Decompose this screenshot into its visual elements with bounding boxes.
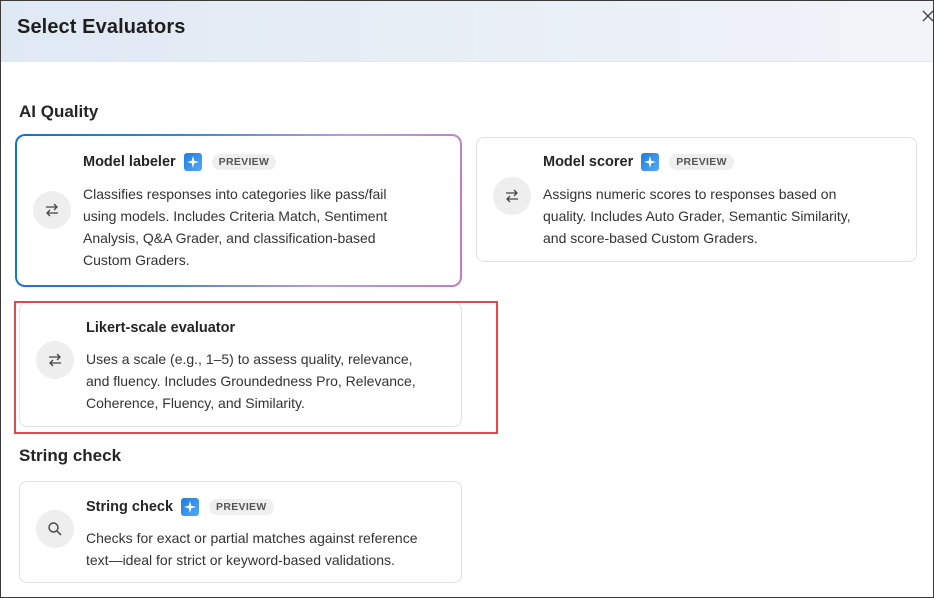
swap-arrows-icon — [33, 191, 71, 229]
card-description: Uses a scale (e.g., 1–5) to assess quali… — [86, 348, 416, 414]
dialog-header: Select Evaluators — [1, 1, 933, 62]
card-header: Model scorer PREVIEW — [543, 153, 734, 171]
sparkle-icon — [641, 153, 660, 171]
card-header: Model labeler PREVIEW — [83, 153, 277, 171]
card-model-labeler[interactable]: Model labeler PREVIEW Classifies respons… — [15, 134, 462, 287]
card-description: Checks for exact or partial matches agai… — [86, 527, 418, 571]
description-line: using models. Includes Criteria Match, S… — [83, 208, 388, 224]
description-line: Classifies responses into categories lik… — [83, 186, 387, 202]
preview-badge: PREVIEW — [669, 154, 734, 170]
card-likert-scale-evaluator[interactable]: Likert-scale evaluator Uses a scale (e.g… — [19, 302, 462, 427]
description-line: Custom Graders. — [83, 252, 190, 268]
card-title: Model labeler — [83, 154, 176, 170]
description-line: quality. Includes Auto Grader, Semantic … — [543, 208, 851, 224]
description-line: Checks for exact or partial matches agai… — [86, 530, 418, 546]
description-line: Coherence, Fluency, and Similarity. — [86, 395, 305, 411]
preview-badge: PREVIEW — [209, 499, 274, 515]
section-title-string-check: String check — [19, 446, 122, 465]
description-line: and fluency. Includes Groundedness Pro, … — [86, 373, 416, 389]
sparkle-icon — [183, 153, 202, 171]
description-line: Analysis, Q&A Grader, and classification… — [83, 230, 376, 246]
card-description: Classifies responses into categories lik… — [83, 183, 387, 271]
card-title: String check — [86, 499, 174, 515]
select-evaluators-dialog: Select Evaluators AI Quality Model label… — [0, 0, 934, 598]
card-title: Model scorer — [543, 154, 634, 170]
dialog-title: Select Evaluators — [17, 16, 186, 38]
search-icon — [36, 510, 74, 548]
card-string-check[interactable]: String check PREVIEW Checks for exact or… — [19, 481, 462, 583]
swap-arrows-icon — [36, 341, 74, 379]
card-title: Likert-scale evaluator — [86, 320, 236, 336]
swap-arrows-icon — [493, 177, 531, 215]
description-line: and score-based Custom Graders. — [543, 230, 758, 246]
preview-badge: PREVIEW — [211, 154, 277, 170]
card-description: Assigns numeric scores to responses base… — [543, 183, 851, 249]
card-header: String check PREVIEW — [86, 498, 274, 516]
description-line: Assigns numeric scores to responses base… — [543, 186, 837, 202]
description-line: text—ideal for strict or keyword-based v… — [86, 552, 395, 568]
section-title-ai-quality: AI Quality — [19, 102, 99, 121]
card-header: Likert-scale evaluator — [86, 320, 235, 336]
close-icon[interactable] — [919, 7, 934, 25]
sparkle-icon — [181, 498, 200, 516]
description-line: Uses a scale (e.g., 1–5) to assess quali… — [86, 351, 413, 367]
card-model-scorer[interactable]: Model scorer PREVIEW Assigns numeric sco… — [476, 137, 917, 262]
